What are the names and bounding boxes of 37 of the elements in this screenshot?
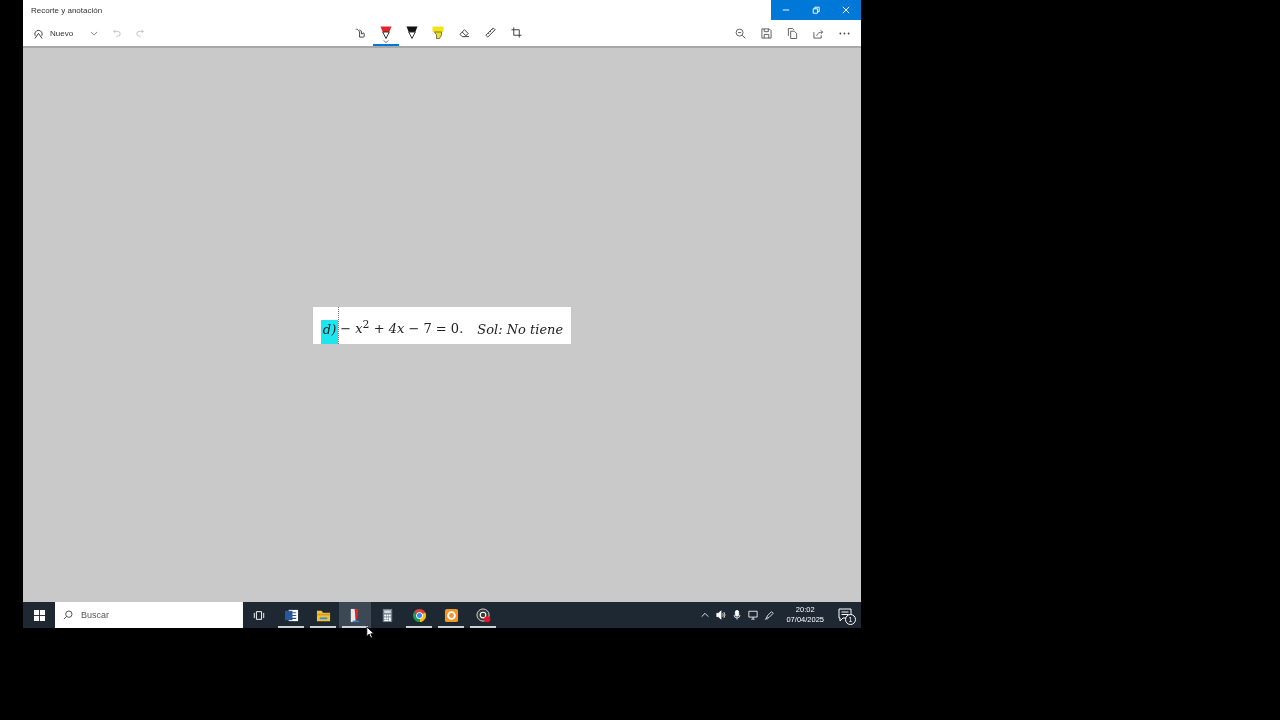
solution-text: Sol: No tiene — [476, 320, 564, 339]
speaker-icon[interactable] — [716, 610, 727, 620]
save-icon[interactable] — [761, 27, 772, 39]
touch-writing-icon[interactable] — [354, 26, 366, 38]
window-title: Recorte y anotación — [30, 5, 104, 15]
start-icon[interactable] — [33, 609, 45, 621]
eraser-icon[interactable] — [458, 26, 470, 38]
pencil-icon[interactable] — [406, 25, 418, 39]
ring-tile-icon[interactable] — [443, 607, 459, 623]
task-view-icon[interactable] — [253, 609, 265, 621]
equation: − x$^{2}$ + 4x − 7 = 0. — [340, 317, 464, 339]
record-icon[interactable] — [475, 607, 491, 623]
notifications-icon[interactable] — [838, 608, 852, 622]
pen-icon[interactable] — [380, 25, 392, 39]
chevron-up-icon[interactable] — [700, 610, 711, 620]
share-icon[interactable] — [813, 27, 824, 39]
pen-icon[interactable] — [764, 610, 775, 620]
browser-icon[interactable] — [411, 607, 427, 623]
copy-icon[interactable] — [787, 27, 798, 39]
close-icon[interactable] — [842, 6, 850, 14]
zoom-out-icon[interactable] — [735, 27, 746, 39]
mouse-pointer-icon — [366, 626, 374, 639]
document-icon[interactable] — [283, 607, 299, 623]
more-icon[interactable] — [839, 31, 850, 35]
ruler-icon[interactable] — [484, 26, 496, 38]
monitor-icon[interactable] — [748, 610, 759, 620]
new-snip-button[interactable]: Nuevo — [29, 23, 78, 43]
snip-icon[interactable] — [33, 27, 44, 39]
search-field[interactable]: Buscar — [55, 602, 243, 628]
crop-icon[interactable] — [510, 26, 522, 38]
restore-icon[interactable] — [812, 6, 820, 14]
item-label: d) — [320, 319, 339, 344]
search-icon — [63, 610, 73, 620]
microphone-icon[interactable] — [732, 610, 743, 620]
chevron-down-icon[interactable] — [90, 30, 99, 36]
highlighter-icon[interactable] — [432, 25, 444, 39]
taskbar-button[interactable] — [339, 602, 371, 628]
